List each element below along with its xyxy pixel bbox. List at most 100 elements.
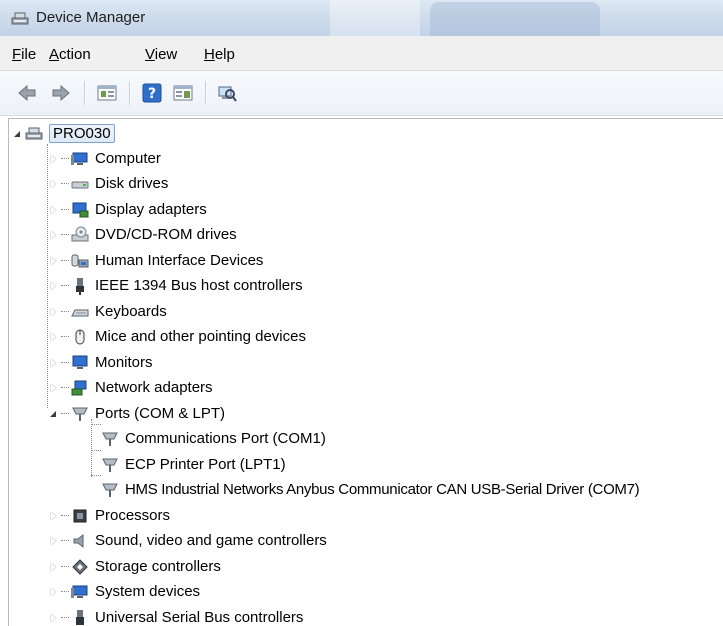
tree-item-network-adapters[interactable]: Network adapters xyxy=(49,375,213,400)
tree-connector xyxy=(61,515,69,517)
menu-action[interactable]: Action xyxy=(49,46,91,63)
tree-item-disk-drives[interactable]: Disk drives xyxy=(49,171,168,196)
port-icon xyxy=(101,430,119,448)
expand-icon[interactable] xyxy=(49,281,59,291)
menu-file[interactable]: File xyxy=(12,46,36,63)
tree-item-label: System devices xyxy=(95,583,200,600)
help-icon[interactable]: ? xyxy=(141,82,163,104)
tree-item-label: Communications Port (COM1) xyxy=(125,430,326,447)
tree-connector xyxy=(61,566,69,568)
console-tree-icon[interactable] xyxy=(172,82,194,104)
tree-item-processors[interactable]: Processors xyxy=(49,503,170,528)
tree-connector xyxy=(61,413,69,415)
ieee1394-icon xyxy=(71,277,89,295)
computer-icon xyxy=(71,150,89,168)
mouse-icon xyxy=(71,328,89,346)
svg-text:?: ? xyxy=(148,86,156,102)
computer-root-icon xyxy=(25,125,43,143)
tree-item-label: Human Interface Devices xyxy=(95,252,263,269)
tree-item-storage-controllers[interactable]: Storage controllers xyxy=(49,554,221,579)
tree-item-label: Ports (COM & LPT) xyxy=(95,405,225,422)
tree-item-keyboards[interactable]: Keyboards xyxy=(49,299,167,324)
menu-action-rest: ction xyxy=(59,46,91,63)
tree-item-mice[interactable]: Mice and other pointing devices xyxy=(49,324,306,349)
scan-hardware-icon[interactable] xyxy=(216,82,238,104)
tree-item-label: DVD/CD-ROM drives xyxy=(95,226,237,243)
device-manager-app-icon xyxy=(10,9,30,27)
tree-item-label: Mice and other pointing devices xyxy=(95,328,306,345)
toolbar-separator xyxy=(205,81,206,105)
title-bar[interactable]: Device Manager xyxy=(0,0,723,36)
menu-view-accel: V xyxy=(145,46,155,63)
tree-item-usb-controllers[interactable]: Universal Serial Bus controllers xyxy=(49,605,303,626)
tree-item-display-adapters[interactable]: Display adapters xyxy=(49,197,207,222)
expand-icon[interactable] xyxy=(49,536,59,546)
tree-item-system-devices[interactable]: System devices xyxy=(49,579,200,604)
menu-help-accel: H xyxy=(204,46,215,63)
expand-icon[interactable] xyxy=(49,358,59,368)
tree-item-label: Network adapters xyxy=(95,379,213,396)
menu-view-rest: iew xyxy=(155,46,178,63)
expand-icon[interactable] xyxy=(49,511,59,521)
forward-icon[interactable] xyxy=(50,82,72,104)
tree-item-ports[interactable]: Ports (COM & LPT) xyxy=(49,401,225,426)
tree-connector xyxy=(61,336,69,338)
tree-item-computer[interactable]: Computer xyxy=(49,146,161,171)
collapse-icon[interactable] xyxy=(49,409,59,419)
expand-icon[interactable] xyxy=(49,587,59,597)
hid-icon xyxy=(71,252,89,270)
tree-item-label: Processors xyxy=(95,507,170,524)
storage-controller-icon xyxy=(71,558,89,576)
tree-connector xyxy=(61,260,69,262)
tree-item-label: Monitors xyxy=(95,354,153,371)
expand-icon[interactable] xyxy=(49,613,59,623)
tree-item-dvd-cd-rom-drives[interactable]: DVD/CD-ROM drives xyxy=(49,222,237,247)
tree-connector xyxy=(61,617,69,619)
properties-icon[interactable] xyxy=(96,82,118,104)
port-icon xyxy=(101,456,119,474)
tree-item-human-interface-devices[interactable]: Human Interface Devices xyxy=(49,248,263,273)
tree-item-label: HMS Industrial Networks Anybus Communica… xyxy=(125,481,639,498)
expand-icon[interactable] xyxy=(49,179,59,189)
tree-connector xyxy=(61,183,69,185)
menu-view[interactable]: View xyxy=(145,46,177,63)
device-tree: PRO030 Computer Disk drives Display adap… xyxy=(8,118,723,626)
tree-connector xyxy=(61,209,69,211)
tree-item-com7[interactable]: HMS Industrial Networks Anybus Communica… xyxy=(101,477,639,502)
collapse-icon[interactable] xyxy=(13,129,23,139)
tree-item-label: Disk drives xyxy=(95,175,168,192)
tree-item-monitors[interactable]: Monitors xyxy=(49,350,153,375)
expand-icon[interactable] xyxy=(49,562,59,572)
tree-connector xyxy=(61,311,69,313)
monitor-icon xyxy=(71,354,89,372)
keyboard-icon xyxy=(71,303,89,321)
tree-item-lpt1[interactable]: ECP Printer Port (LPT1) xyxy=(101,452,286,477)
expand-icon[interactable] xyxy=(49,383,59,393)
back-icon[interactable] xyxy=(16,82,38,104)
tree-root[interactable]: PRO030 xyxy=(13,121,115,146)
tree-connector xyxy=(61,234,69,236)
expand-icon[interactable] xyxy=(49,256,59,266)
expand-icon[interactable] xyxy=(49,307,59,317)
expand-icon[interactable] xyxy=(49,230,59,240)
tree-connector xyxy=(91,450,101,451)
tree-item-com1[interactable]: Communications Port (COM1) xyxy=(101,426,326,451)
port-icon xyxy=(101,481,119,499)
expand-icon[interactable] xyxy=(49,205,59,215)
tree-connector xyxy=(61,540,69,542)
tree-connector xyxy=(61,387,69,389)
tree-connector xyxy=(91,419,92,477)
usb-icon xyxy=(71,609,89,626)
tree-item-label: Keyboards xyxy=(95,303,167,320)
expand-icon[interactable] xyxy=(49,332,59,342)
menu-help[interactable]: Help xyxy=(204,46,235,63)
expand-icon[interactable] xyxy=(49,154,59,164)
menu-file-rest: ile xyxy=(21,46,36,63)
tree-item-sound[interactable]: Sound, video and game controllers xyxy=(49,528,327,553)
display-adapter-icon xyxy=(71,201,89,219)
disk-drive-icon xyxy=(71,175,89,193)
tree-item-ieee-1394[interactable]: IEEE 1394 Bus host controllers xyxy=(49,273,303,298)
menu-help-rest: elp xyxy=(215,46,235,63)
menu-action-accel: A xyxy=(49,46,59,63)
menu-file-accel: F xyxy=(12,46,21,63)
